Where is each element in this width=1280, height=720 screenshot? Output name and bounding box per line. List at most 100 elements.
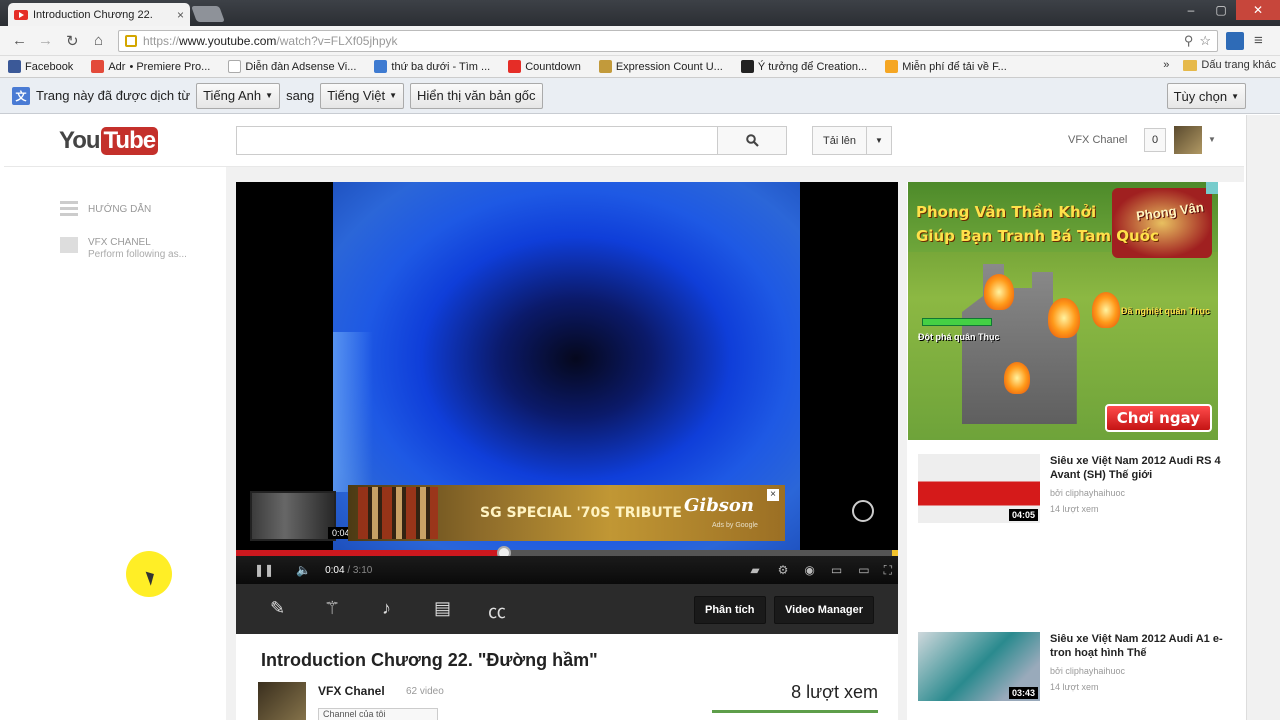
bookmarks-bar: Facebook Adr • Premiere Pro... Diễn đàn … [0, 56, 1280, 78]
ad-tagline: Đã nghiệt quân Thục [1121, 306, 1210, 316]
avatar[interactable] [1174, 126, 1202, 154]
view-count: 8 lượt xem [791, 682, 878, 702]
watch-later-icon[interactable]: ▭ [831, 563, 842, 577]
bookmark-item[interactable]: Countdown [508, 60, 581, 73]
bookmark-item[interactable]: Expression Count U... [598, 60, 723, 73]
bookmark-item[interactable]: Miễn phí để tải về F... [885, 60, 1007, 73]
maximize-icon[interactable]: ▢ [1206, 0, 1236, 20]
channel-watermark-icon[interactable] [852, 500, 874, 522]
notification-count[interactable]: 0 [1144, 128, 1166, 152]
analytics-button[interactable]: Phân tích [694, 596, 766, 624]
guide-item-channel[interactable]: VFX CHANEL Perform following as... [60, 237, 187, 261]
overlay-ad[interactable]: SG SPECIAL '70S TRIBUTE Gibson Ads by Go… [348, 485, 785, 541]
bookmarks-overflow-icon[interactable]: » [1163, 59, 1169, 71]
channel-name-link[interactable]: VFX Chanel [318, 684, 385, 698]
related-video-channel[interactable]: bởi cliphayhaihuoc [1050, 666, 1125, 676]
minimize-icon[interactable]: – [1176, 0, 1206, 20]
settings-gear-icon[interactable]: ⚙ [778, 563, 789, 577]
video-thumbnail[interactable]: 03:43 [918, 632, 1040, 701]
my-channel-button[interactable]: Channel của tôi [318, 708, 438, 720]
pause-icon[interactable]: ❚❚ [254, 563, 274, 577]
new-tab-button[interactable] [191, 6, 225, 22]
watch-sidebar: Phong Vân Phong Vân Thần Khởi Giúp Bạn T… [907, 182, 1244, 720]
extension-icon[interactable] [1226, 32, 1244, 50]
chrome-menu-icon[interactable]: ≡ [1254, 32, 1263, 49]
youtube-logo[interactable]: You Tube [59, 127, 159, 155]
translate-icon: 文 [12, 86, 30, 105]
related-video-title[interactable]: Siêu xe Việt Nam 2012 Audi A1 e-tron hoạ… [1050, 632, 1230, 660]
url-host: www.youtube.com [179, 34, 277, 48]
annotation-bubble-icon[interactable]: ▤ [434, 598, 451, 619]
account-channel-name[interactable]: VFX Chanel [1068, 134, 1127, 146]
bookmark-item[interactable]: thứ ba dưới - Tìm ... [374, 60, 490, 73]
guide-sidebar: HƯỚNG DẪN VFX CHANEL Perform following as… [4, 167, 226, 720]
guide-item-guide[interactable]: HƯỚNG DẪN [60, 201, 151, 217]
youtube-page: You Tube Tải lên ▼ VFX Chanel 0 ▼ HƯỚNG DẪ… [4, 115, 1244, 720]
page-scrollbar[interactable] [1246, 115, 1280, 720]
bookmark-item[interactable]: • Premiere Pro... [129, 61, 210, 73]
game-advertisement[interactable]: Phong Vân Phong Vân Thần Khởi Giúp Bạn T… [908, 182, 1218, 440]
url-protocol: https:// [143, 34, 180, 48]
youtube-favicon-icon [14, 9, 28, 20]
address-bar[interactable]: https:// www.youtube.com /watch?v=FLXf05… [118, 30, 1218, 52]
upload-button[interactable]: Tải lên ▼ [812, 126, 892, 155]
volume-icon[interactable]: 🔈 [296, 563, 311, 577]
ad-headline: Phong Vân Thần Khởi Giúp Bạn Tranh Bá Ta… [916, 203, 1159, 245]
bookmark-item[interactable]: Ý tưởng để Creation... [740, 60, 867, 73]
captions-icon[interactable]: ㏄ [488, 598, 506, 624]
video-duration: 04:05 [1008, 509, 1038, 521]
ad-close-icon[interactable]: × [767, 489, 779, 501]
annotations-icon[interactable]: ▰ [750, 563, 759, 577]
channel-avatar[interactable] [258, 682, 306, 720]
music-note-icon[interactable]: ♪ [382, 598, 391, 619]
related-video[interactable]: 04:05 Siêu xe Việt Nam 2012 Audi RS 4 Av… [918, 454, 1238, 524]
forward-icon[interactable]: → [38, 32, 53, 49]
chevron-down-icon[interactable]: ▼ [1208, 135, 1216, 144]
browser-tab[interactable]: Introduction Chương 22. × [8, 3, 190, 26]
like-ratio-bar [712, 710, 878, 713]
translate-message: Trang này đã được dịch từ [36, 88, 191, 103]
show-original-button[interactable]: Hiển thị văn bản gốc [410, 82, 543, 109]
bookmark-item[interactable]: Adr [91, 60, 125, 73]
source-language-select[interactable]: Tiếng Anh ▼ [196, 82, 281, 109]
bookmark-item[interactable]: Facebook [8, 60, 73, 73]
translate-infobar: 文 Trang này đã được dịch từ Tiếng Anh ▼ s… [0, 78, 1280, 114]
pencil-edit-icon[interactable]: ✎ [270, 598, 285, 619]
bookmark-item[interactable]: Diễn đàn Adsense Vi... [228, 60, 356, 73]
menu-icon [60, 201, 78, 217]
translate-options-button[interactable]: Tùy chọn ▼ [1166, 83, 1246, 109]
browser-toolbar: ← → ↻ ⌂ https:// www.youtube.com /watch?… [0, 26, 1280, 56]
site-icon [740, 60, 754, 73]
video-thumbnail[interactable]: 04:05 [918, 454, 1040, 523]
tab-close-icon[interactable]: × [177, 8, 184, 22]
translate-to-label: sang [286, 88, 315, 103]
other-bookmarks[interactable]: Dấu trang khác [1201, 59, 1276, 71]
castle-image [962, 264, 1077, 424]
adchoices-icon[interactable] [1206, 182, 1218, 194]
zoom-icon[interactable]: ⚲ [1184, 33, 1194, 49]
bookmark-star-icon[interactable]: ☆ [1199, 33, 1211, 49]
video-duration: 03:43 [1008, 687, 1038, 699]
search-input[interactable] [236, 126, 718, 155]
adobe-icon [91, 60, 105, 73]
back-icon[interactable]: ← [12, 32, 27, 49]
home-icon[interactable]: ⌂ [94, 32, 103, 49]
magic-wand-icon[interactable]: ⚚ [324, 598, 340, 619]
play-now-button[interactable]: Chơi ngay [1104, 404, 1212, 432]
search-button[interactable] [717, 126, 787, 155]
search-icon [745, 134, 759, 147]
theater-mode-icon[interactable]: ▭ [858, 563, 869, 577]
fullscreen-icon[interactable]: ⛶ [884, 563, 892, 578]
related-video-title[interactable]: Siêu xe Việt Nam 2012 Audi RS 4 Avant (S… [1050, 454, 1230, 482]
chevron-down-icon: ▼ [866, 127, 891, 154]
related-video-channel[interactable]: bởi cliphayhaihuoc [1050, 488, 1125, 498]
quality-icon[interactable]: ◉ [804, 563, 814, 577]
related-video[interactable]: 03:43 Siêu xe Việt Nam 2012 Audi A1 e-tr… [918, 632, 1238, 702]
target-language-select[interactable]: Tiếng Việt ▼ [320, 82, 405, 109]
reload-icon[interactable]: ↻ [66, 32, 79, 50]
page-icon [228, 60, 242, 73]
close-window-icon[interactable]: ✕ [1236, 0, 1280, 20]
video-player[interactable]: 0:04 SG SPECIAL '70S TRIBUTE Gibson Ads … [236, 182, 898, 634]
masthead: You Tube Tải lên ▼ VFX Chanel 0 ▼ [4, 115, 1244, 167]
video-manager-button[interactable]: Video Manager [774, 596, 875, 624]
